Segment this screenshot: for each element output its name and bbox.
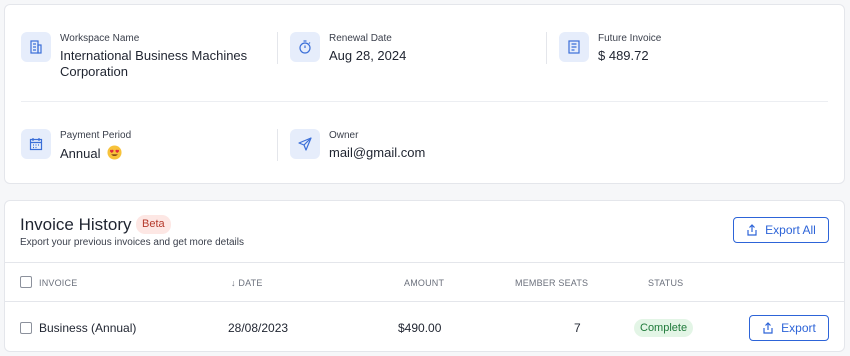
owner-item: Owner mail@gmail.com xyxy=(290,129,425,161)
renewal-date-item: Renewal Date Aug 28, 2024 xyxy=(290,32,406,64)
sort-arrow-down-icon: ↓ xyxy=(231,278,236,288)
renewal-date-value: Aug 28, 2024 xyxy=(329,48,407,63)
column-header-date-label: DATE xyxy=(238,278,263,288)
invoice-name-cell: Business (Annual) xyxy=(39,321,137,335)
workspace-name-value: International Business Machines Corporat… xyxy=(60,48,247,80)
export-row-label: Export xyxy=(781,321,816,335)
calendar-icon xyxy=(21,129,51,159)
beta-badge: Beta xyxy=(136,215,171,234)
workspace-name-label: Workspace Name xyxy=(60,33,140,44)
workspace-name-item: Workspace Name International Business Ma… xyxy=(21,32,247,80)
heart-eyes-emoji-icon xyxy=(107,145,122,160)
owner-label: Owner xyxy=(329,130,359,141)
invoice-date-cell: 28/08/2023 xyxy=(228,321,289,335)
section-divider xyxy=(21,101,828,102)
column-header-member-seats: MEMBER SEATS xyxy=(515,278,589,288)
select-all-checkbox[interactable] xyxy=(20,276,32,288)
payment-period-label: Payment Period xyxy=(60,130,132,141)
column-header-amount: AMOUNT xyxy=(404,278,445,288)
invoice-history-title: Invoice History xyxy=(20,215,132,234)
workspace-name-line1: International Business Machines xyxy=(60,48,248,63)
divider xyxy=(546,32,547,64)
divider xyxy=(277,32,278,64)
stopwatch-icon xyxy=(290,32,320,62)
invoice-history-subtitle: Export your previous invoices and get mo… xyxy=(20,237,245,248)
owner-value: mail@gmail.com xyxy=(329,145,426,160)
column-header-status: STATUS xyxy=(648,278,684,288)
table-row: Business (Annual) 28/08/2023 $490.00 7 C… xyxy=(5,302,844,351)
row-checkbox[interactable] xyxy=(20,322,32,334)
status-badge: Complete xyxy=(634,319,694,337)
column-header-date[interactable]: ↓ DATE xyxy=(231,278,263,288)
building-icon xyxy=(21,32,51,62)
export-all-label: Export All xyxy=(765,223,816,237)
payment-period-value: Annual xyxy=(60,145,131,162)
payment-period-text: Annual xyxy=(60,146,101,161)
receipt-icon xyxy=(559,32,589,62)
future-invoice-item: Future Invoice $ 489.72 xyxy=(559,32,661,64)
table-header: INVOICE ↓ DATE AMOUNT MEMBER SEATS STATU… xyxy=(5,262,844,302)
workspace-summary-card: Workspace Name International Business Ma… xyxy=(4,4,845,184)
export-row-button[interactable]: Export xyxy=(749,315,829,341)
column-header-invoice: INVOICE xyxy=(39,278,78,288)
payment-period-item: Payment Period Annual xyxy=(21,129,131,162)
divider xyxy=(277,129,278,161)
member-seats-cell: 7 xyxy=(574,321,581,335)
invoice-history-card: Invoice History Beta Export your previou… xyxy=(4,200,845,352)
renewal-date-label: Renewal Date xyxy=(329,33,392,44)
future-invoice-value: $ 489.72 xyxy=(598,48,649,63)
export-all-button[interactable]: Export All xyxy=(733,217,829,243)
workspace-name-line2: Corporation xyxy=(60,64,128,79)
paper-plane-icon xyxy=(290,129,320,159)
share-export-icon xyxy=(763,322,773,334)
invoice-amount-cell: $490.00 xyxy=(398,321,442,335)
share-export-icon xyxy=(747,224,757,236)
future-invoice-label: Future Invoice xyxy=(598,33,662,44)
